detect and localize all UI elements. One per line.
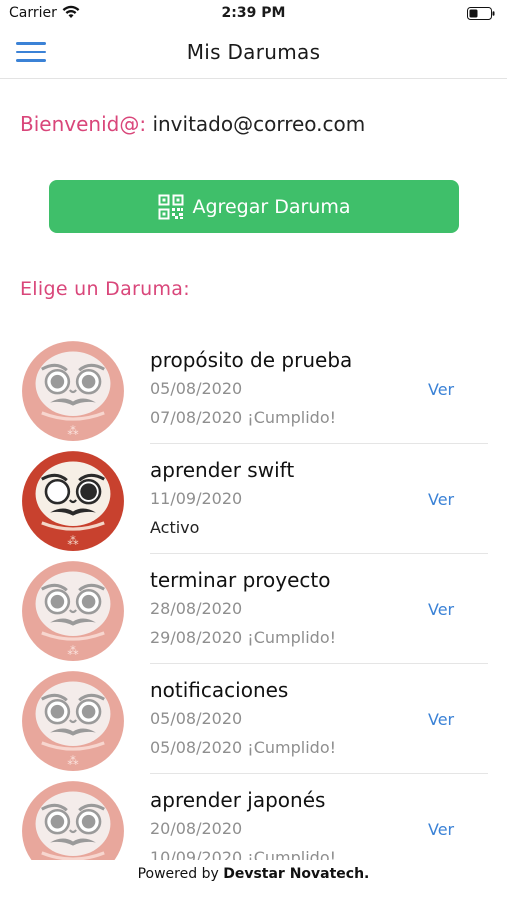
daruma-status: 07/08/2020 ¡Cumplido!: [150, 408, 337, 427]
list-item[interactable]: ⁂ terminar proyecto 28/08/2020 29/08/202…: [0, 554, 507, 664]
daruma-title: aprender swift: [150, 458, 295, 482]
list-item[interactable]: ⁂ notificaciones 05/08/2020 05/08/2020 ¡…: [0, 664, 507, 774]
daruma-icon: ⁂: [22, 671, 124, 771]
list-item[interactable]: ⁂ aprender japonés 20/08/2020 10/09/2020…: [0, 774, 507, 860]
user-email: invitado@correo.com: [152, 112, 366, 136]
daruma-icon: ⁂: [22, 781, 124, 860]
section-title: Elige un Daruma:: [20, 278, 190, 300]
daruma-icon: ⁂: [22, 341, 124, 441]
daruma-icon: ⁂: [22, 451, 124, 551]
svg-text:⁂: ⁂: [67, 424, 79, 438]
view-link[interactable]: Ver: [428, 710, 454, 729]
daruma-status: 05/08/2020 ¡Cumplido!: [150, 738, 337, 757]
navigation-bar: Mis Darumas: [0, 28, 507, 79]
daruma-date: 05/08/2020: [150, 709, 243, 728]
status-time: 2:39 PM: [221, 5, 286, 21]
daruma-date: 11/09/2020: [150, 489, 243, 508]
svg-text:⁂: ⁂: [67, 754, 79, 768]
daruma-title: aprender japonés: [150, 788, 326, 812]
footer: Powered by Devstar Novatech.: [0, 866, 507, 882]
page-title: Mis Darumas: [186, 40, 321, 64]
welcome-line: Bienvenid@: invitado@correo.com: [20, 112, 365, 136]
daruma-title: terminar proyecto: [150, 568, 331, 592]
list-item[interactable]: ⁂ propósito de prueba 05/08/2020 07/08/2…: [0, 334, 507, 444]
add-daruma-label: Agregar Daruma: [192, 195, 351, 218]
list-item[interactable]: ⁂ aprender swift 11/09/2020 Activo Ver: [0, 444, 507, 554]
daruma-title: notificaciones: [150, 678, 289, 702]
qr-code-icon: [158, 194, 184, 220]
status-bar: Carrier 2:39 PM: [0, 0, 507, 28]
svg-text:⁂: ⁂: [67, 644, 79, 658]
view-link[interactable]: Ver: [428, 820, 454, 839]
daruma-status: Activo: [150, 518, 200, 537]
footer-brand: Devstar Novatech.: [223, 866, 370, 882]
daruma-list: ⁂ propósito de prueba 05/08/2020 07/08/2…: [0, 334, 507, 860]
daruma-date: 20/08/2020: [150, 819, 243, 838]
welcome-label: Bienvenid@:: [20, 112, 147, 136]
svg-text:⁂: ⁂: [67, 534, 79, 548]
view-link[interactable]: Ver: [428, 380, 454, 399]
daruma-date: 05/08/2020: [150, 379, 243, 398]
footer-prefix: Powered by: [137, 866, 219, 882]
add-daruma-button[interactable]: Agregar Daruma: [49, 180, 459, 233]
view-link[interactable]: Ver: [428, 490, 454, 509]
daruma-status: 10/09/2020 ¡Cumplido!: [150, 848, 337, 860]
daruma-date: 28/08/2020: [150, 599, 243, 618]
daruma-title: propósito de prueba: [150, 348, 353, 372]
daruma-status: 29/08/2020 ¡Cumplido!: [150, 628, 337, 647]
battery-icon: [467, 7, 495, 24]
view-link[interactable]: Ver: [428, 600, 454, 619]
daruma-icon: ⁂: [22, 561, 124, 661]
